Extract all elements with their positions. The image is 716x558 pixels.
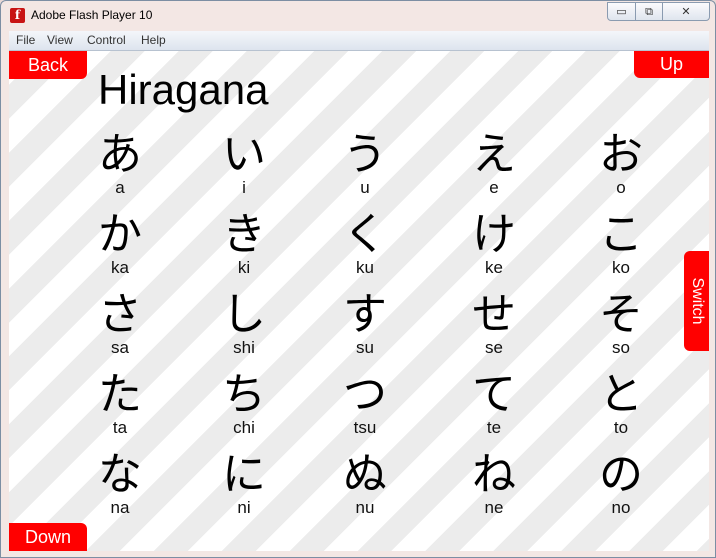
romaji-label: u — [360, 178, 370, 197]
kana-character: か — [98, 209, 142, 260]
kana-character: な — [98, 449, 142, 500]
switch-button[interactable]: Switch — [684, 251, 709, 351]
kana-character: そ — [599, 289, 643, 340]
close-icon: ✕ — [681, 5, 691, 18]
up-button[interactable]: Up — [634, 51, 709, 78]
kana-character: に — [222, 449, 266, 500]
kana-character: う — [343, 129, 387, 180]
romaji-label: su — [356, 338, 374, 357]
kana-character: た — [98, 369, 142, 420]
kana-character: て — [472, 369, 516, 420]
romaji-label: to — [613, 418, 629, 437]
kana-cell[interactable]: と to — [576, 371, 666, 437]
romaji-label: no — [611, 498, 631, 517]
kana-character: あ — [98, 129, 142, 180]
romaji-label: ku — [356, 258, 374, 277]
window-title: Adobe Flash Player 10 — [31, 8, 153, 22]
kana-cell[interactable]: に ni — [199, 451, 289, 517]
kana-character: の — [599, 449, 643, 500]
kana-cell[interactable]: そ so — [576, 291, 666, 357]
kana-character: こ — [599, 209, 643, 260]
kana-cell[interactable]: し shi — [199, 291, 289, 357]
kana-character: す — [343, 289, 387, 340]
romaji-label: ni — [237, 498, 251, 517]
kana-character: し — [222, 289, 266, 340]
flash-icon: f — [10, 8, 25, 23]
back-button[interactable]: Back — [9, 51, 87, 79]
romaji-label: sa — [111, 338, 129, 357]
romaji-label: chi — [233, 418, 255, 437]
flash-stage: Back Up Down Switch Hiragana あa いi うu えe おo か… — [9, 51, 709, 551]
kana-character: い — [222, 129, 266, 180]
romaji-label: ta — [112, 418, 128, 437]
kana-cell[interactable]: さ sa — [75, 291, 165, 357]
kana-cell[interactable]: せ se — [449, 291, 539, 357]
kana-cell[interactable]: か ka — [75, 211, 165, 277]
kana-character: ぬ — [343, 449, 387, 500]
kana-character: お — [599, 129, 643, 180]
romaji-label: na — [110, 498, 130, 517]
kana-cell[interactable]: た ta — [75, 371, 165, 437]
kana-cell[interactable]: ね ne — [449, 451, 539, 517]
menu-help[interactable]: Help — [141, 33, 166, 47]
romaji-label: so — [612, 338, 630, 357]
down-button[interactable]: Down — [9, 523, 87, 551]
restore-icon: ⧉ — [645, 5, 653, 18]
romaji-label: ko — [612, 258, 630, 277]
romaji-label: a — [115, 178, 125, 197]
kana-cell[interactable]: ち chi — [199, 371, 289, 437]
close-button[interactable]: ✕ — [662, 2, 710, 21]
switch-label: Switch — [688, 277, 706, 325]
kana-cell[interactable]: あa — [75, 131, 165, 197]
kana-character: ね — [472, 449, 516, 500]
kana-cell[interactable]: いi — [199, 131, 289, 197]
kana-cell[interactable]: す su — [320, 291, 410, 357]
flash-player-window: f Adobe Flash Player 10 ▭ ⧉ ✕ File View … — [0, 0, 716, 558]
romaji-label: nu — [355, 498, 375, 517]
romaji-label: te — [486, 418, 502, 437]
menu-file[interactable]: File — [16, 33, 35, 47]
kana-cell[interactable]: け ke — [449, 211, 539, 277]
minimize-button[interactable]: ▭ — [607, 2, 636, 21]
kana-character: つ — [343, 369, 387, 420]
romaji-label: ne — [484, 498, 504, 517]
kana-character: さ — [98, 289, 142, 340]
kana-cell[interactable]: こ ko — [576, 211, 666, 277]
romaji-label: tsu — [353, 418, 377, 437]
kana-cell[interactable]: く ku — [320, 211, 410, 277]
kana-cell[interactable]: て te — [449, 371, 539, 437]
romaji-label: se — [485, 338, 503, 357]
kana-character: け — [472, 209, 516, 260]
kana-cell[interactable]: ぬ nu — [320, 451, 410, 517]
restore-button[interactable]: ⧉ — [635, 2, 663, 21]
kana-character: く — [343, 209, 387, 260]
menu-view[interactable]: View — [47, 33, 73, 47]
kana-cell[interactable]: き ki — [199, 211, 289, 277]
romaji-label: shi — [233, 338, 255, 357]
romaji-label: e — [489, 178, 499, 197]
kana-cell[interactable]: つ tsu — [320, 371, 410, 437]
kana-cell[interactable]: な na — [75, 451, 165, 517]
romaji-label: ka — [111, 258, 129, 277]
menu-bar: File View Control Help — [9, 31, 709, 51]
page-title: Hiragana — [98, 66, 269, 113]
title-bar: f Adobe Flash Player 10 ▭ ⧉ ✕ — [1, 1, 715, 31]
romaji-label: o — [616, 178, 626, 197]
kana-cell[interactable]: えe — [449, 131, 539, 197]
kana-character: ち — [222, 369, 266, 420]
kana-character: え — [472, 129, 516, 180]
kana-character: と — [599, 369, 643, 420]
kana-cell[interactable]: の no — [576, 451, 666, 517]
kana-character: き — [222, 209, 266, 260]
menu-control[interactable]: Control — [87, 33, 126, 47]
romaji-label: ke — [485, 258, 503, 277]
kana-cell[interactable]: うu — [320, 131, 410, 197]
minimize-icon: ▭ — [616, 5, 627, 18]
kana-cell[interactable]: おo — [576, 131, 666, 197]
romaji-label: ki — [237, 258, 251, 277]
kana-character: せ — [472, 289, 516, 340]
romaji-label: i — [242, 178, 246, 197]
